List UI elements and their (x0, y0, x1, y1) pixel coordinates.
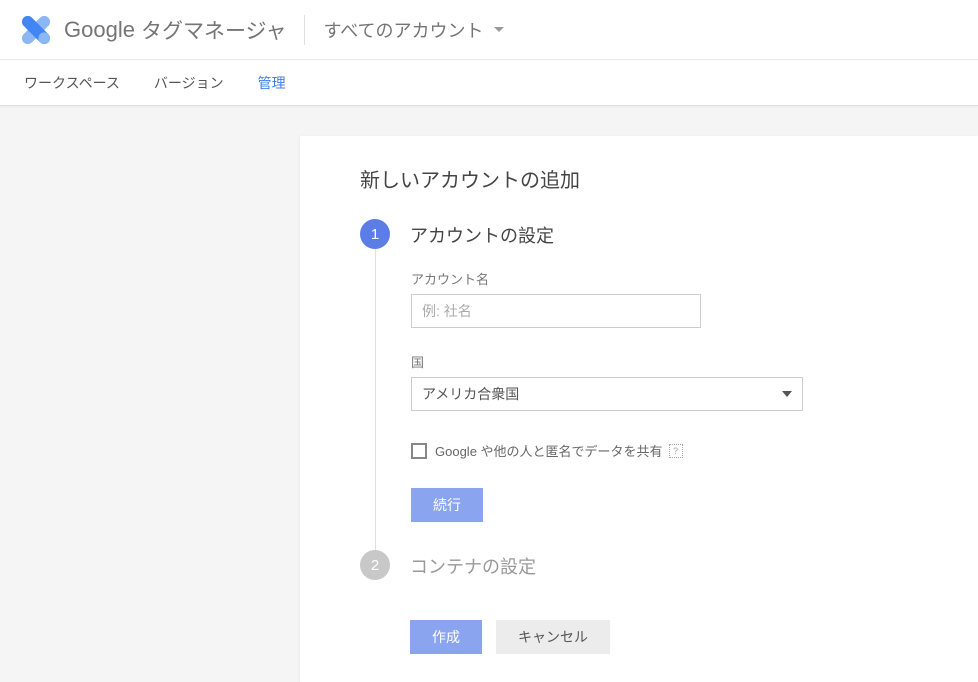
account-selector[interactable]: すべてのアカウント (323, 17, 503, 43)
step-2-title: コンテナの設定 (410, 553, 536, 579)
chevron-down-icon (782, 391, 792, 397)
gtm-logo-icon (22, 16, 50, 44)
tab-admin[interactable]: 管理 (258, 73, 286, 93)
step-2-header: 2 コンテナの設定 (360, 550, 978, 580)
step-1-header: 1 アカウントの設定 (360, 219, 978, 249)
step-1-body: アカウント名 国 アメリカ合衆国 Google や他の人と匿名でデータを共有 ?… (375, 249, 978, 550)
tab-version[interactable]: バージョン (154, 73, 224, 93)
brand: Google タグマネージャ (64, 15, 286, 45)
brand-google: Google (64, 17, 135, 43)
share-data-label: Google や他の人と匿名でデータを共有 (435, 441, 663, 460)
step-2-badge: 2 (360, 550, 390, 580)
account-name-field: アカウント名 (411, 269, 978, 328)
help-icon[interactable]: ? (669, 444, 683, 458)
step-1-title: アカウントの設定 (410, 222, 554, 248)
app-header: Google タグマネージャ すべてのアカウント (0, 0, 978, 60)
card-title: 新しいアカウントの追加 (360, 164, 978, 193)
step-1-badge: 1 (360, 219, 390, 249)
account-selector-label: すべてのアカウント (323, 17, 483, 43)
tab-nav: ワークスペース バージョン 管理 (0, 60, 978, 106)
continue-button[interactable]: 続行 (411, 488, 483, 522)
country-select[interactable]: アメリカ合衆国 (411, 377, 803, 411)
brand-product: タグマネージャ (141, 15, 287, 45)
cancel-button[interactable]: キャンセル (496, 620, 610, 654)
content-area: 新しいアカウントの追加 1 アカウントの設定 アカウント名 国 アメリカ合衆国 … (0, 106, 978, 682)
create-account-card: 新しいアカウントの追加 1 アカウントの設定 アカウント名 国 アメリカ合衆国 … (300, 136, 978, 682)
account-name-input[interactable] (411, 294, 701, 328)
country-select-value: アメリカ合衆国 (422, 384, 519, 404)
bottom-actions: 作成 キャンセル (410, 620, 978, 654)
account-name-label: アカウント名 (411, 269, 978, 288)
country-label: 国 (411, 352, 978, 371)
share-data-checkbox[interactable] (411, 443, 427, 459)
country-field: 国 アメリカ合衆国 (411, 352, 978, 411)
tab-workspace[interactable]: ワークスペース (24, 73, 120, 93)
share-data-row: Google や他の人と匿名でデータを共有 ? (411, 441, 978, 460)
create-button[interactable]: 作成 (410, 620, 482, 654)
chevron-down-icon (494, 27, 504, 32)
divider (304, 15, 305, 45)
